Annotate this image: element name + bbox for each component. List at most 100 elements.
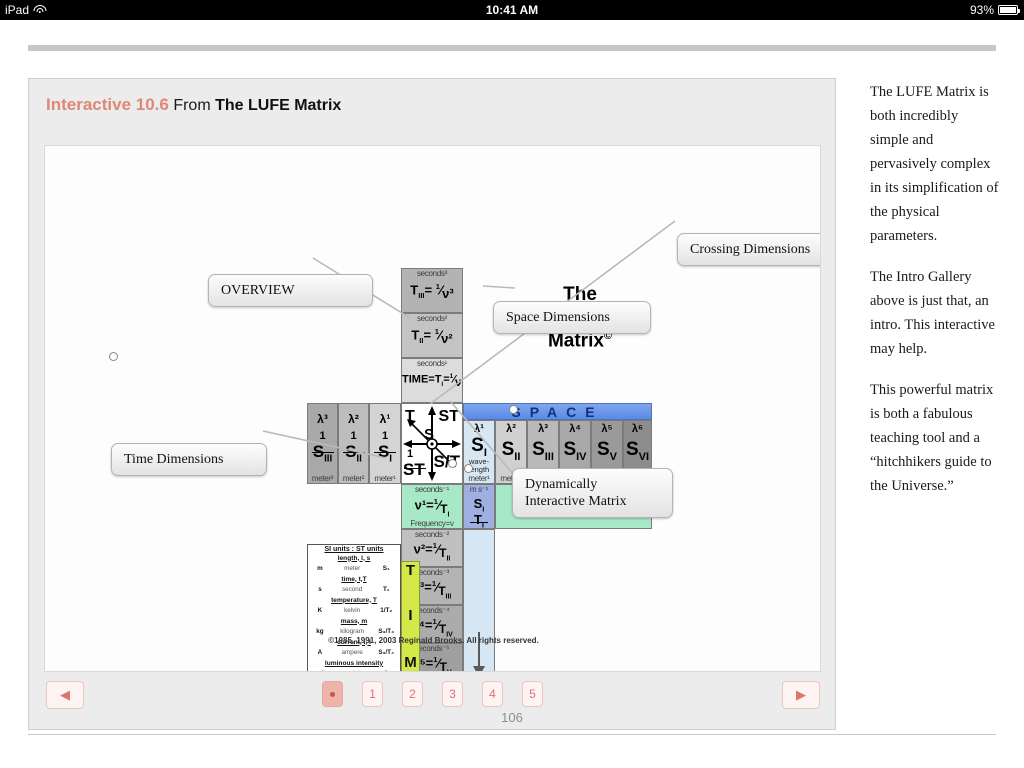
inverse-space-III-den: SIII [312, 442, 333, 465]
page-button-1-label: 1 [369, 687, 376, 701]
page-body: Interactive 10.6 From The LUFE Matrix Th… [0, 20, 1024, 768]
st-value: T₁ [382, 586, 390, 593]
si-name: kelvin [344, 607, 361, 614]
table-row: K kelvin 1/T₂ [308, 604, 400, 617]
next-button[interactable]: ▶ [782, 681, 820, 709]
space-col-IV-symbol: SIV [563, 439, 587, 463]
time-letter-T: T [405, 562, 416, 579]
inverse-space-II-lambda: λ² [348, 412, 359, 426]
si-symbol: cd [308, 670, 332, 671]
space-col-V-lambda: λ⁵ [601, 423, 613, 435]
callout-dynamic-matrix[interactable]: Dynamically Interactive Matrix [512, 468, 673, 518]
time-cell-III-unit: seconds³ [416, 269, 448, 278]
hotspot-dynamic-matrix[interactable] [448, 459, 457, 468]
space-col-II-symbol: SII [501, 439, 521, 463]
si-symbol: K [317, 607, 323, 614]
callout-crossing-dimensions[interactable]: Crossing Dimensions [677, 233, 820, 266]
page-number: 106 [501, 710, 523, 725]
sidebar-paragraph-3: This powerful matrix is both a fabulous … [870, 382, 994, 494]
time-cell-II[interactable]: seconds² TII= 1⁄ν² [401, 313, 463, 358]
compass-cell[interactable]: T ST S 1 ST S/T [401, 403, 463, 484]
inverse-space-I-den: SI [377, 442, 393, 465]
callout-time-dimensions[interactable]: Time Dimensions [111, 443, 267, 476]
inverse-space-I-lambda: λ¹ [379, 412, 391, 426]
time-cell-II-formula: TII= 1⁄ν² [411, 327, 453, 346]
space-col-I-symbol: SI [471, 435, 487, 459]
next-arrow-icon: ▶ [796, 687, 806, 702]
copyright-line: ©1985, 1991, 2003 Reginald Brooks. All r… [328, 636, 539, 645]
frequency-cell-I[interactable]: seconds⁻¹ ν¹=1⁄TI Frequency=ν [401, 484, 463, 529]
title-book-name: The LUFE Matrix [215, 97, 342, 114]
si-section-length: length, l, s [337, 554, 371, 562]
frequency-II-formula: ν²=1⁄TII [413, 541, 451, 563]
si-name: ampere [341, 649, 363, 656]
callout-overview[interactable]: OVERVIEW [208, 274, 373, 307]
page-button-2[interactable]: 2 [402, 681, 423, 707]
page-button-5[interactable]: 5 [522, 681, 543, 707]
lufe-matrix-figure[interactable]: TheL.U.F.E.Matrix© seconds³ TIII= 1⁄ν³ s… [45, 146, 820, 671]
inverse-space-II-unit: meter² [342, 474, 365, 483]
inverse-space-I-unit: meter¹ [374, 474, 396, 483]
inverse-space-II-den: SII [345, 442, 362, 465]
blue-vertical-column[interactable]: ∞ [463, 529, 495, 671]
interactive-stage[interactable]: TheL.U.F.E.Matrix© seconds³ TIII= 1⁄ν³ s… [44, 145, 821, 672]
page-button-4[interactable]: 4 [482, 681, 503, 707]
si-symbol: s [318, 586, 322, 593]
st-value: S₁ [382, 565, 390, 572]
inverse-space-col-I[interactable]: λ¹ 1 SI meter¹ [369, 403, 401, 484]
battery-icon [998, 5, 1020, 15]
hotspot-space-banner[interactable] [509, 405, 518, 414]
st-ratio-cell[interactable]: m s⁻¹ SI TI [463, 484, 495, 529]
st-value: S₃/T₄ [378, 649, 395, 656]
space-col-IV-lambda: λ⁴ [569, 423, 581, 435]
hotspot-space-dimensions[interactable] [109, 352, 118, 361]
time-cell-III[interactable]: seconds³ TIII= 1⁄ν³ [401, 268, 463, 313]
hotspot-crossing-dimensions[interactable] [464, 464, 473, 473]
st-value: 1/T₂ [380, 607, 393, 614]
space-col-I-lambda: λ¹ [474, 423, 484, 435]
sidebar-paragraph-1: The LUFE Matrix is both incredibly simpl… [870, 84, 999, 244]
status-right: 93% [970, 3, 1020, 17]
callout-dynamic-line2: Interactive Matrix [525, 494, 627, 509]
callout-space-dimensions[interactable]: Space Dimensions [493, 301, 651, 334]
page-button-2-label: 2 [409, 687, 416, 701]
table-row: cd candela 0 [308, 667, 400, 671]
time-letter-M: M [404, 654, 417, 671]
page-button-5-label: 5 [529, 687, 536, 701]
si-section-mass: mass, m [340, 617, 368, 625]
sidebar-paragraph-2: The Intro Gallery above is just that, an… [870, 269, 995, 357]
space-col-I[interactable]: λ¹ SI wave-length meter¹ [463, 420, 495, 484]
time-letter-I: I [408, 607, 413, 624]
si-units-table[interactable]: SI units : ST units length, l, s m meter… [307, 544, 401, 671]
status-bar: iPad 10:41 AM 93% [0, 0, 1024, 20]
time-cell-II-unit: seconds² [416, 314, 448, 323]
frequency-I-unit: seconds⁻¹ [415, 485, 449, 494]
page-dot-button[interactable] [322, 681, 343, 707]
time-cell-I[interactable]: seconds¹ TIME=TI=1⁄ν¹ [401, 358, 463, 403]
inverse-space-III-lambda: λ³ [317, 412, 328, 426]
si-name: kilogram [340, 628, 365, 635]
sidebar-text: The LUFE Matrix is both incredibly simpl… [870, 80, 1000, 700]
page-button-1[interactable]: 1 [362, 681, 383, 707]
si-table-header: SI units : ST units [324, 546, 384, 553]
inverse-space-col-III[interactable]: λ³ 1 SIII meter³ [307, 403, 338, 484]
bottom-divider [28, 734, 996, 735]
space-col-III-lambda: λ³ [538, 423, 548, 435]
table-row: s second T₁ [308, 583, 400, 596]
frequency-I-formula: ν¹=1⁄TI [414, 497, 450, 519]
page-button-3[interactable]: 3 [442, 681, 463, 707]
frequency-II-unit: seconds⁻² [415, 530, 449, 539]
callout-time-dimensions-label: Time Dimensions [124, 452, 224, 467]
interactive-card: Interactive 10.6 From The LUFE Matrix Th… [28, 78, 836, 730]
callout-overview-label: OVERVIEW [221, 283, 295, 298]
prev-button[interactable]: ◀ [46, 681, 84, 709]
inverse-space-col-II[interactable]: λ² 1 SII meter² [338, 403, 369, 484]
callout-dynamic-line1: Dynamically [525, 477, 598, 492]
st-ratio-den: TI [473, 512, 485, 529]
si-section-luminous: luminous intensity [324, 659, 384, 667]
st-value: S₃/T₃ [378, 628, 394, 635]
space-col-VI-symbol: SVI [625, 439, 650, 463]
status-clock: 10:41 AM [485, 3, 539, 17]
compass-label-T: T [405, 408, 415, 425]
space-col-III-symbol: SIII [532, 439, 554, 463]
